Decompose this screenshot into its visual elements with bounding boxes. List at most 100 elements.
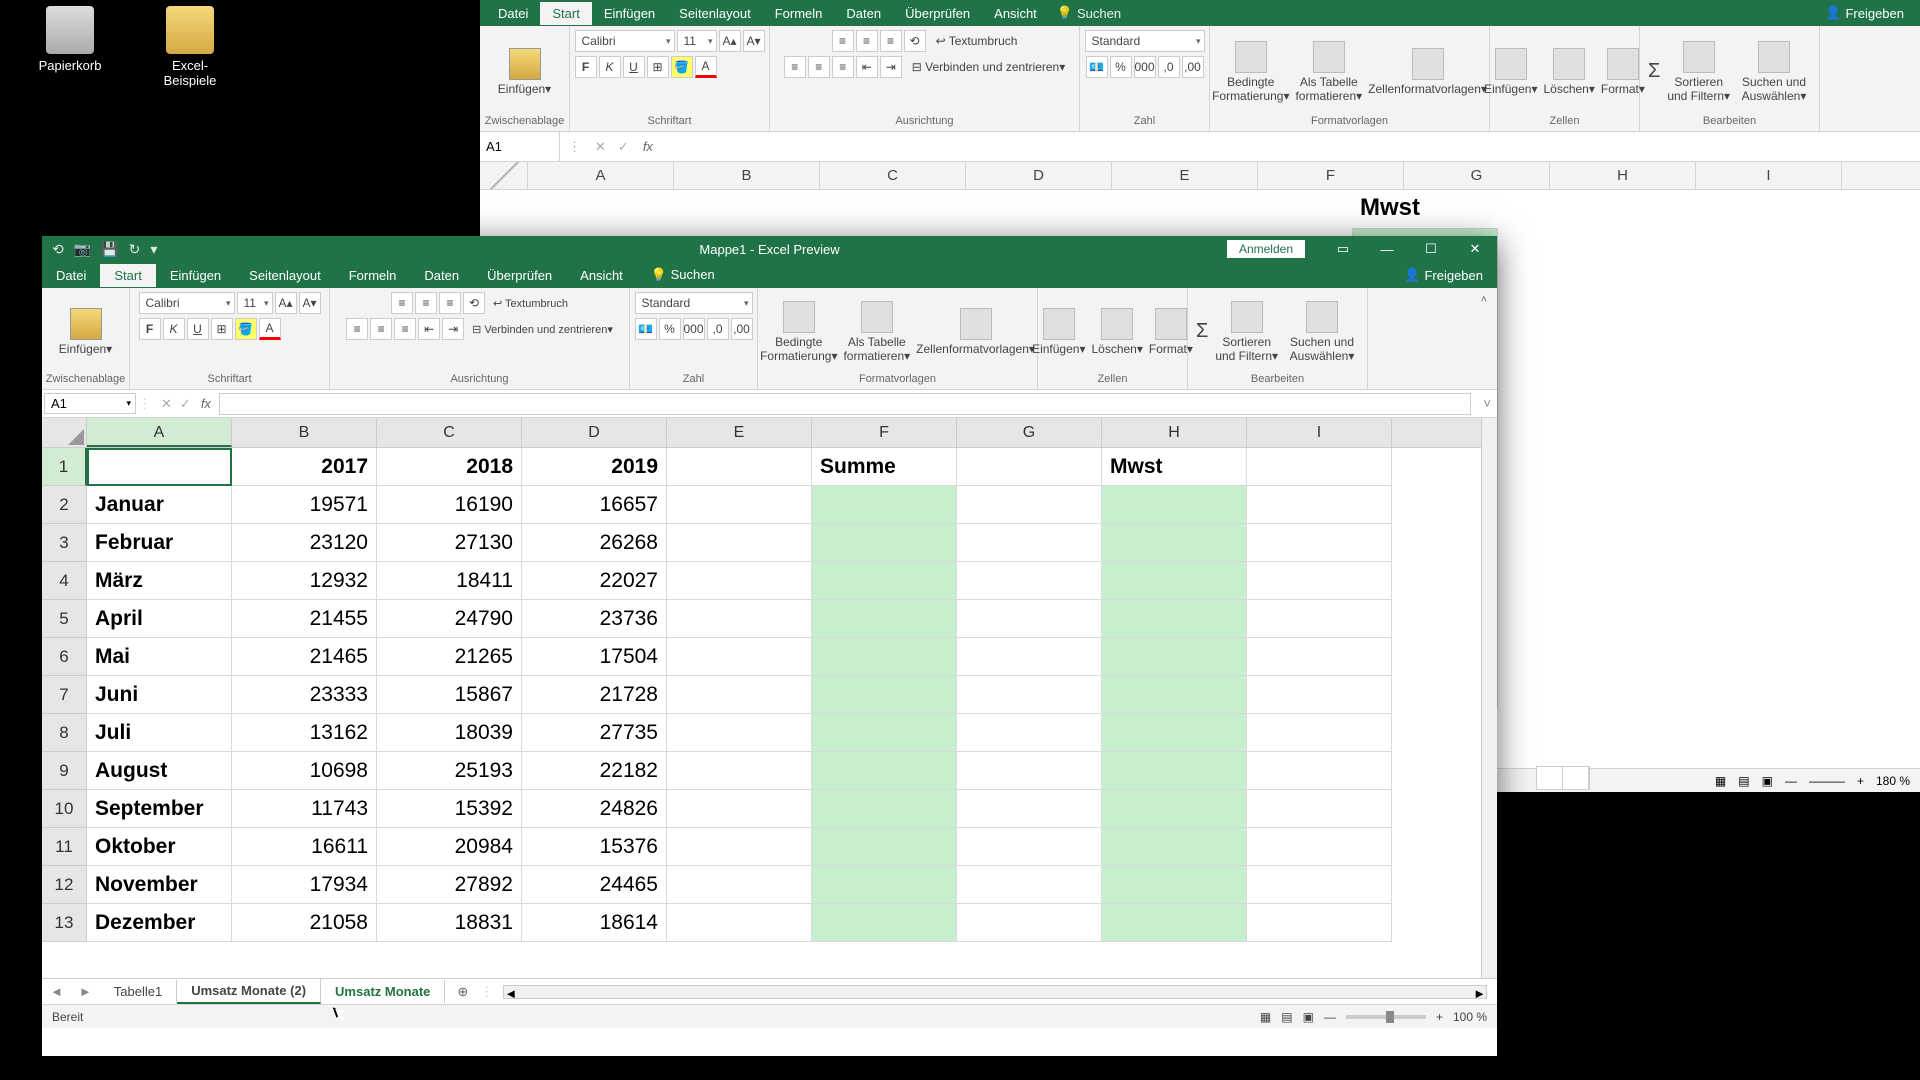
cell[interactable]: 24465 (522, 866, 667, 904)
cell[interactable]: März (87, 562, 232, 600)
cell[interactable]: April (87, 600, 232, 638)
cell[interactable]: 21455 (232, 600, 377, 638)
row-header[interactable]: 8 (42, 714, 87, 752)
cell[interactable] (957, 600, 1102, 638)
cell[interactable] (812, 714, 957, 752)
cell[interactable]: 2019 (522, 448, 667, 486)
maximize-button[interactable]: ☐ (1409, 236, 1453, 262)
indent-inc[interactable]: ⇥ (880, 56, 902, 78)
cell[interactable] (1247, 524, 1392, 562)
cell[interactable] (87, 448, 232, 486)
fill-button[interactable]: 🪣 (235, 318, 257, 340)
tab-insert[interactable]: Einfügen (592, 2, 667, 25)
search-box[interactable]: 💡 Suchen (1057, 5, 1121, 21)
cell[interactable] (1247, 714, 1392, 752)
align-center[interactable]: ≡ (370, 318, 392, 340)
cell[interactable] (812, 752, 957, 790)
tab-formulas[interactable]: Formeln (335, 264, 411, 287)
cell[interactable] (812, 904, 957, 942)
cell[interactable] (1102, 486, 1247, 524)
tab-formulas[interactable]: Formeln (763, 2, 835, 25)
cell[interactable]: 21265 (377, 638, 522, 676)
orientation[interactable]: ⟲ (463, 292, 485, 314)
cell[interactable] (667, 714, 812, 752)
cell[interactable]: September (87, 790, 232, 828)
cell[interactable]: 18614 (522, 904, 667, 942)
col-header[interactable]: C (820, 162, 966, 189)
qat-more-icon[interactable]: ▾ (150, 241, 157, 258)
cell[interactable] (957, 524, 1102, 562)
cell[interactable] (1102, 866, 1247, 904)
delete-button[interactable]: Löschen▾ (1543, 48, 1594, 96)
desktop-icon-trash[interactable]: Papierkorb (30, 6, 110, 73)
tab-review[interactable]: Überprüfen (473, 264, 566, 287)
align-mid[interactable]: ≡ (856, 30, 878, 52)
percent[interactable]: % (1110, 56, 1132, 78)
tab-pagelayout[interactable]: Seitenlayout (235, 264, 335, 287)
qat-camera-icon[interactable]: 📷 (74, 241, 91, 258)
share-button[interactable]: 👤 Freigeben (1825, 5, 1904, 21)
grow-font[interactable]: A▴ (275, 292, 297, 314)
cell[interactable]: Mai (87, 638, 232, 676)
condfmt-button[interactable]: Bedingte Formatierung▾ (1212, 41, 1289, 103)
cell[interactable] (957, 790, 1102, 828)
cell[interactable] (1102, 524, 1247, 562)
cell[interactable] (1102, 790, 1247, 828)
cell[interactable] (957, 638, 1102, 676)
view-normal-icon[interactable]: ▦ (1260, 1010, 1271, 1024)
col-header[interactable]: I (1696, 162, 1842, 189)
cell[interactable]: Dezember (87, 904, 232, 942)
cell[interactable]: 2018 (377, 448, 522, 486)
cell[interactable]: 18831 (377, 904, 522, 942)
tab-data[interactable]: Daten (410, 264, 473, 287)
paste-button[interactable]: Einfügen▾ (59, 308, 112, 356)
col-header[interactable]: E (1112, 162, 1258, 189)
thousands[interactable]: 000 (683, 318, 705, 340)
cell[interactable] (1247, 828, 1392, 866)
thousands[interactable]: 000 (1134, 56, 1156, 78)
align-top[interactable]: ≡ (391, 292, 413, 314)
cell[interactable] (1247, 600, 1392, 638)
cell[interactable] (1102, 904, 1247, 942)
cell[interactable]: 12932 (232, 562, 377, 600)
cell[interactable] (1247, 448, 1392, 486)
qat-back-icon[interactable]: ⟲ (52, 241, 64, 258)
cell[interactable] (1102, 828, 1247, 866)
cell[interactable] (667, 676, 812, 714)
minimize-button[interactable]: — (1365, 236, 1409, 262)
cell[interactable]: November (87, 866, 232, 904)
cell[interactable]: 26268 (522, 524, 667, 562)
col-header[interactable]: D (522, 418, 667, 447)
format-button[interactable]: Format▾ (1601, 48, 1645, 96)
cell[interactable]: 25193 (377, 752, 522, 790)
col-header[interactable]: I (1247, 418, 1392, 447)
fontcolor-button[interactable]: A (259, 318, 281, 340)
font-combo[interactable]: Calibri (139, 292, 235, 314)
cell[interactable]: 24790 (377, 600, 522, 638)
cell[interactable]: 15867 (377, 676, 522, 714)
view-layout-icon[interactable]: ▤ (1738, 774, 1749, 788)
cell[interactable] (957, 448, 1102, 486)
orientation[interactable]: ⟲ (904, 30, 926, 52)
align-center[interactable]: ≡ (808, 56, 830, 78)
cell[interactable] (957, 562, 1102, 600)
cell[interactable] (667, 638, 812, 676)
col-header[interactable]: A (87, 418, 232, 447)
col-header[interactable]: H (1550, 162, 1696, 189)
row-header[interactable]: 5 (42, 600, 87, 638)
cell[interactable] (812, 828, 957, 866)
qat-save-icon[interactable]: 💾 (101, 241, 118, 258)
cell[interactable]: 11743 (232, 790, 377, 828)
cell[interactable]: 21058 (232, 904, 377, 942)
col-header[interactable]: D (966, 162, 1112, 189)
row-header[interactable]: 11 (42, 828, 87, 866)
zoom-in[interactable]: + (1436, 1010, 1443, 1024)
insert-button[interactable]: Einfügen▾ (1484, 48, 1537, 96)
cell[interactable]: 22182 (522, 752, 667, 790)
cell[interactable] (1102, 676, 1247, 714)
cell[interactable] (667, 752, 812, 790)
confirm-icon[interactable]: ✓ (180, 396, 191, 412)
select-all-corner[interactable] (480, 162, 528, 189)
currency[interactable]: 💶 (635, 318, 657, 340)
row-header[interactable]: 12 (42, 866, 87, 904)
